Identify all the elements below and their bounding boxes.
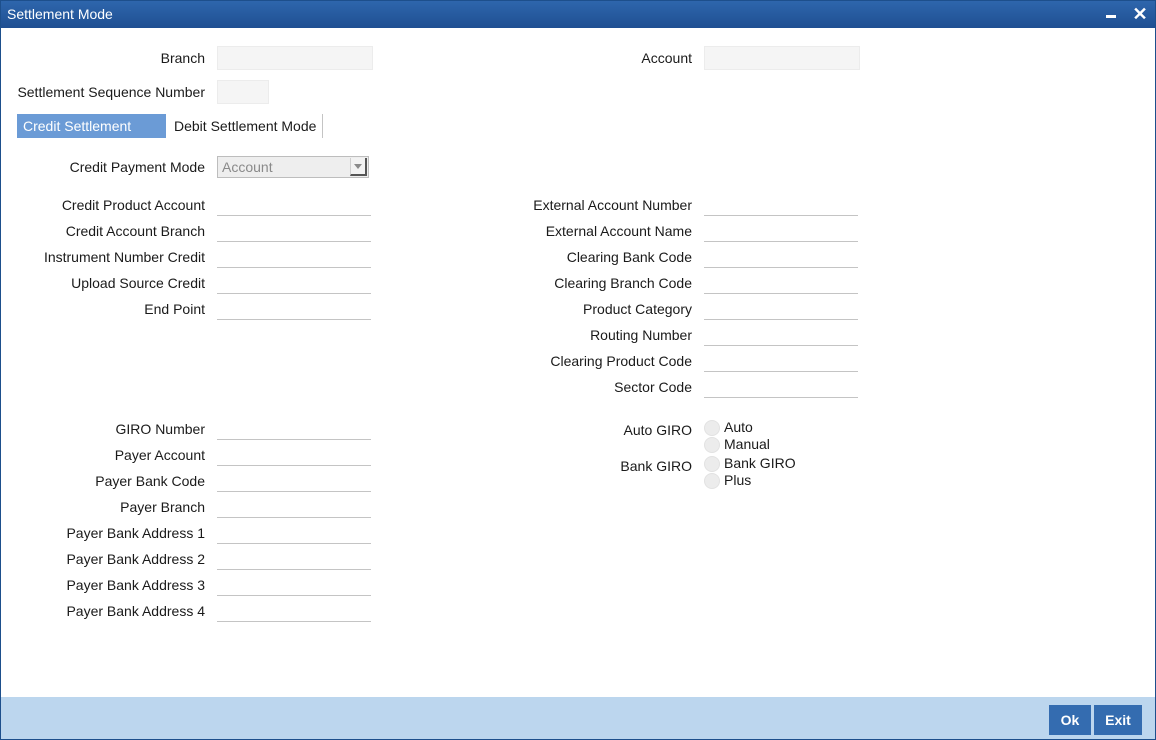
auto-giro-auto-label: Auto	[724, 419, 753, 435]
external-account-name-field[interactable]	[704, 221, 858, 242]
payer-bank-address-2-label: Payer Bank Address 2	[66, 551, 205, 567]
auto-giro-manual-radio[interactable]	[704, 437, 720, 453]
tab-credit-settlement-mode[interactable]: Credit Settlement Mode	[17, 114, 166, 158]
payer-bank-address-1-label: Payer Bank Address 1	[66, 525, 205, 541]
payer-branch-field[interactable]	[217, 497, 371, 518]
sector-code-field[interactable]	[704, 377, 858, 398]
product-category-field[interactable]	[704, 299, 858, 320]
payer-bank-address-1-field[interactable]	[217, 523, 371, 544]
payer-bank-address-4-label: Payer Bank Address 4	[66, 603, 205, 619]
bank-giro-label: Bank GIRO	[620, 458, 692, 474]
branch-field[interactable]	[217, 46, 373, 70]
payer-bank-code-field[interactable]	[217, 471, 371, 492]
payer-branch-label: Payer Branch	[120, 499, 205, 515]
minimize-icon[interactable]	[1101, 4, 1121, 24]
payer-bank-address-2-field[interactable]	[217, 549, 371, 570]
upload-source-credit-field[interactable]	[217, 273, 371, 294]
clearing-product-code-field[interactable]	[704, 351, 858, 372]
bank-giro-bank-giro-radio[interactable]	[704, 456, 720, 472]
branch-label: Branch	[160, 50, 205, 66]
sector-code-label: Sector Code	[614, 379, 692, 395]
ok-button[interactable]: Ok	[1049, 705, 1091, 735]
bank-giro-plus-label: Plus	[724, 472, 752, 488]
clearing-branch-code-label: Clearing Branch Code	[554, 275, 692, 291]
end-point-label: End Point	[144, 301, 205, 317]
auto-giro-label: Auto GIRO	[623, 422, 692, 438]
payer-account-field[interactable]	[217, 445, 371, 466]
credit-product-account-label: Credit Product Account	[61, 197, 205, 213]
instrument-number-credit-label: Instrument Number Credit	[43, 249, 205, 265]
credit-payment-mode-value: Account	[222, 159, 273, 175]
footer-bar: Ok Exit	[1, 697, 1155, 739]
external-account-number-field[interactable]	[704, 195, 858, 216]
credit-account-branch-field[interactable]	[217, 221, 371, 242]
upload-source-credit-label: Upload Source Credit	[71, 275, 205, 291]
title-bar: Settlement Mode ✕	[1, 1, 1155, 28]
window-title: Settlement Mode	[7, 6, 113, 22]
credit-payment-mode-label: Credit Payment Mode	[69, 159, 205, 175]
credit-product-account-field[interactable]	[217, 195, 371, 216]
payer-bank-address-4-field[interactable]	[217, 601, 371, 622]
tab-debit-settlement-mode[interactable]: Debit Settlement Mode	[168, 114, 324, 138]
clearing-product-code-label: Clearing Product Code	[550, 353, 692, 369]
instrument-number-credit-field[interactable]	[217, 247, 371, 268]
settlement-seq-label: Settlement Sequence Number	[17, 84, 205, 100]
clearing-bank-code-label: Clearing Bank Code	[566, 249, 692, 265]
credit-payment-mode-select[interactable]: Account	[217, 156, 369, 178]
external-account-number-label: External Account Number	[533, 197, 692, 213]
giro-number-field[interactable]	[217, 419, 371, 440]
giro-number-label: GIRO Number	[115, 421, 205, 437]
payer-bank-code-label: Payer Bank Code	[95, 473, 205, 489]
account-label: Account	[641, 50, 692, 66]
clearing-branch-code-field[interactable]	[704, 273, 858, 294]
credit-account-branch-label: Credit Account Branch	[65, 223, 205, 239]
bank-giro-plus-radio[interactable]	[704, 473, 720, 489]
routing-number-field[interactable]	[704, 325, 858, 346]
payer-bank-address-3-label: Payer Bank Address 3	[66, 577, 205, 593]
exit-button[interactable]: Exit	[1094, 705, 1142, 735]
settlement-mode-window: Settlement Mode ✕ Branch Account Settlem…	[0, 0, 1156, 740]
settlement-seq-field[interactable]	[217, 80, 269, 104]
auto-giro-auto-radio[interactable]	[704, 420, 720, 436]
close-icon[interactable]: ✕	[1130, 4, 1150, 24]
end-point-field[interactable]	[217, 299, 371, 320]
auto-giro-manual-label: Manual	[724, 436, 770, 452]
clearing-bank-code-field[interactable]	[704, 247, 858, 268]
payer-bank-address-3-field[interactable]	[217, 575, 371, 596]
product-category-label: Product Category	[583, 301, 692, 317]
payer-account-label: Payer Account	[114, 447, 205, 463]
routing-number-label: Routing Number	[590, 327, 692, 343]
bank-giro-bank-giro-label: Bank GIRO	[724, 455, 796, 471]
external-account-name-label: External Account Name	[545, 223, 692, 239]
account-field[interactable]	[704, 46, 860, 70]
chevron-down-icon[interactable]	[350, 158, 367, 176]
